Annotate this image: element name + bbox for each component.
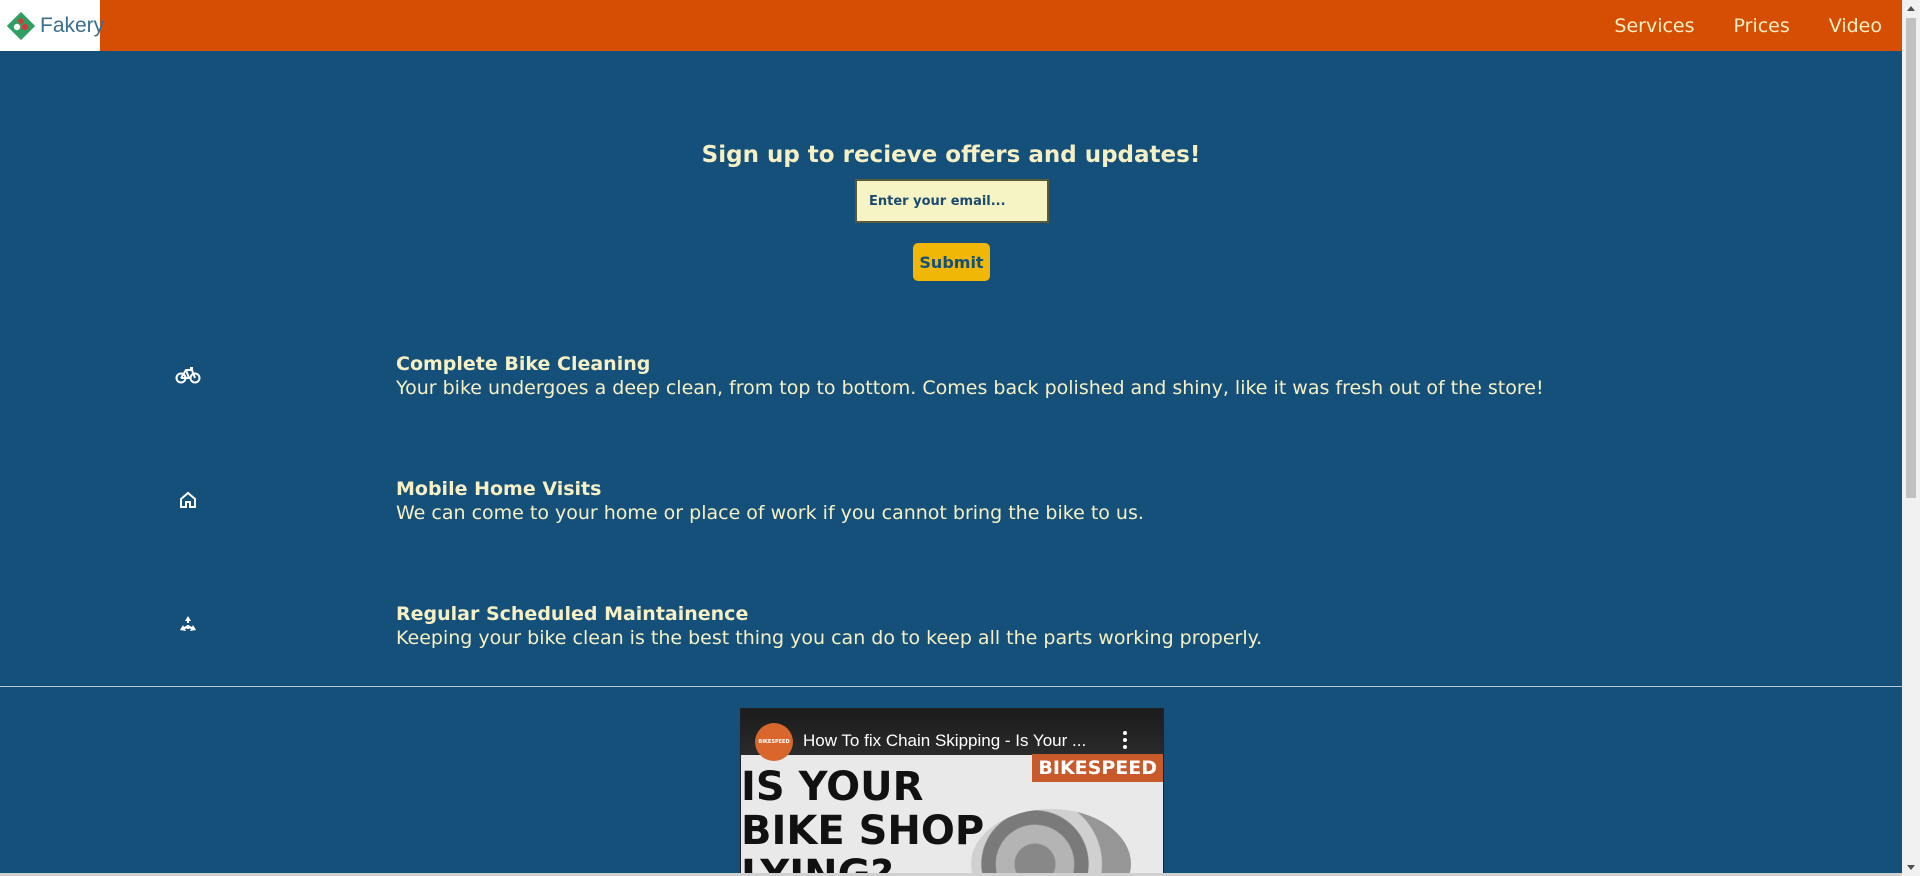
logo[interactable]: Fakery	[0, 0, 104, 51]
nav-services[interactable]: Services	[1614, 15, 1694, 37]
vertical-scrollbar[interactable]	[1902, 0, 1920, 876]
feature-text: Mobile Home Visits We can come to your h…	[396, 477, 1144, 525]
channel-avatar[interactable]: BIKESPEED	[755, 723, 793, 761]
bicycle-icon	[175, 362, 201, 388]
email-input[interactable]	[855, 179, 1049, 223]
main-nav: Services Prices Video	[1575, 0, 1882, 51]
signup-title: Sign up to recieve offers and updates!	[701, 142, 1201, 168]
feature-text: Complete Bike Cleaning Your bike undergo…	[396, 352, 1544, 400]
logo-diamond-icon	[6, 11, 36, 41]
scroll-up-icon[interactable]	[1902, 0, 1920, 17]
bike-gear-image	[971, 809, 1131, 875]
nav-prices[interactable]: Prices	[1734, 15, 1790, 37]
recycle-icon	[175, 612, 201, 638]
feature-description: Your bike undergoes a deep clean, from t…	[396, 377, 1544, 399]
feature-title: Complete Bike Cleaning	[396, 353, 651, 375]
scroll-thumb[interactable]	[1906, 18, 1916, 498]
submit-button[interactable]: Submit	[913, 243, 990, 281]
nav-video[interactable]: Video	[1829, 15, 1882, 37]
video-thumbnail-text: IS YOUR BIKE SHOP LYING?	[741, 764, 985, 876]
section-divider	[0, 686, 1902, 687]
feature-title: Mobile Home Visits	[396, 478, 602, 500]
feature-description: Keeping your bike clean is the best thin…	[396, 627, 1263, 649]
top-navbar: Fakery Services Prices Video	[0, 0, 1902, 51]
feature-title: Regular Scheduled Maintainence	[396, 603, 749, 625]
scroll-down-icon[interactable]	[1902, 859, 1920, 876]
logo-text: Fakery	[40, 13, 105, 37]
home-icon	[175, 487, 201, 513]
feature-description: We can come to your home or place of wor…	[396, 502, 1144, 524]
video-title[interactable]: How To fix Chain Skipping - Is Your ...	[803, 731, 1086, 751]
video-brand-badge: BIKESPEED	[1032, 754, 1163, 782]
more-options-icon[interactable]	[1123, 731, 1127, 749]
feature-text: Regular Scheduled Maintainence Keeping y…	[396, 602, 1262, 650]
video-embed[interactable]: IS YOUR BIKE SHOP LYING? BIKESPEED How T…	[740, 708, 1164, 876]
